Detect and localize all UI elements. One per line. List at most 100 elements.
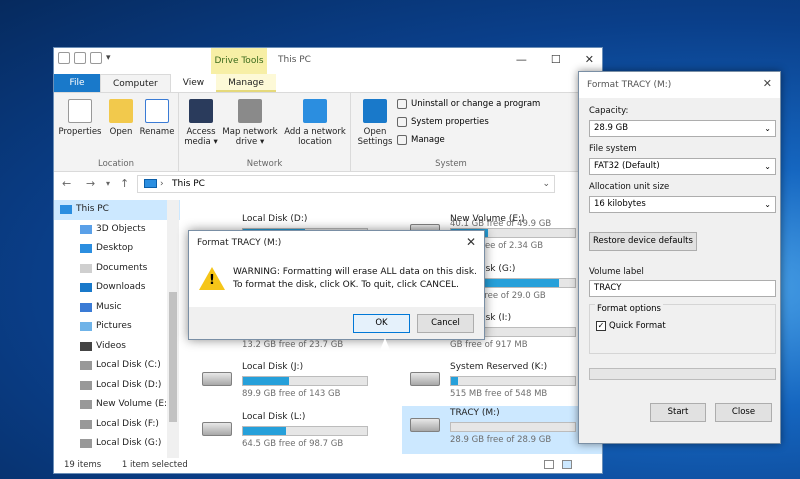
- file-system-select[interactable]: FAT32 (Default) ⌄: [589, 158, 776, 175]
- scroll-thumb[interactable]: [169, 292, 177, 422]
- open-button[interactable]: Open: [104, 99, 138, 137]
- nav-item[interactable]: Videos: [54, 337, 180, 357]
- properties-button[interactable]: Properties: [58, 99, 102, 137]
- close-icon[interactable]: ✕: [466, 235, 476, 249]
- open-settings-button[interactable]: Open Settings: [355, 99, 395, 147]
- videos-icon: [80, 341, 92, 351]
- nav-item[interactable]: Downloads: [54, 278, 180, 298]
- drive-free: 89.9 GB free of 143 GB: [242, 389, 341, 399]
- volume-label-input[interactable]: TRACY: [589, 280, 776, 297]
- maximize-icon[interactable]: ☐: [551, 53, 561, 66]
- capacity-select[interactable]: 28.9 GB ⌄: [589, 120, 776, 137]
- drive-free: 64.5 GB free of 98.7 GB: [242, 439, 344, 449]
- hard-drive-icon: [202, 422, 232, 436]
- capacity-label: Capacity:: [589, 106, 629, 116]
- tab-view[interactable]: View: [171, 74, 216, 92]
- properties-icon: [68, 99, 92, 123]
- minimize-icon[interactable]: —: [516, 53, 527, 66]
- nav-label: Desktop: [96, 243, 134, 253]
- forward-arrow-icon[interactable]: →: [86, 177, 95, 190]
- uninstall-program-button[interactable]: Uninstall or change a program: [397, 99, 540, 109]
- status-bar: 19 items 1 item selected: [54, 457, 602, 473]
- close-button[interactable]: Close: [715, 403, 772, 422]
- hard-drive-icon: [410, 372, 440, 386]
- nav-item[interactable]: Documents: [54, 259, 180, 279]
- map-network-drive-button[interactable]: Map network drive ▾: [221, 99, 279, 147]
- nav-label: Music: [96, 301, 122, 312]
- ribbon: Properties Open Rename Location Access m…: [54, 92, 602, 172]
- allocation-label: Allocation unit size: [589, 182, 670, 192]
- close-icon[interactable]: ✕: [763, 77, 772, 90]
- nav-label: Local Disk (D:): [96, 379, 162, 390]
- nav-item[interactable]: 3D Objects: [54, 220, 180, 240]
- chevron-down-icon: ⌄: [764, 124, 771, 133]
- tab-manage[interactable]: Manage: [216, 74, 276, 92]
- format-progress-bar: [589, 368, 776, 380]
- nav-item[interactable]: This PC: [54, 200, 180, 220]
- tab-file[interactable]: File: [54, 74, 100, 92]
- cancel-button[interactable]: Cancel: [417, 314, 474, 333]
- item-count: 19 items: [64, 460, 102, 470]
- 3d-objects-icon: [80, 224, 92, 234]
- close-icon[interactable]: ✕: [585, 53, 594, 66]
- drive-usage-bar: [242, 426, 368, 436]
- large-icons-view-icon[interactable]: [562, 460, 572, 469]
- nav-scrollbar[interactable]: [167, 200, 179, 458]
- add-network-location-button[interactable]: Add a network location: [281, 99, 349, 147]
- settings-gear-icon: [363, 99, 387, 123]
- manage-button[interactable]: Manage: [397, 135, 445, 145]
- chevron-down-icon: ⌄: [764, 162, 771, 171]
- drive-item[interactable]: System Reserved (K:) 515 MB free of 548 M…: [402, 360, 592, 404]
- disk-icon: [80, 419, 92, 429]
- back-arrow-icon[interactable]: ←: [62, 177, 71, 190]
- nav-label: New Volume (E:): [96, 399, 171, 409]
- group-label-location: Location: [98, 159, 134, 169]
- restore-defaults-button[interactable]: Restore device defaults: [589, 232, 697, 251]
- folder-open-icon: [109, 99, 133, 123]
- pc-icon: [60, 205, 72, 214]
- warning-icon: !: [199, 267, 225, 290]
- nav-item[interactable]: Desktop: [54, 239, 180, 259]
- nav-item[interactable]: Music: [54, 298, 180, 318]
- recent-dropdown-icon[interactable]: ▾: [106, 179, 110, 188]
- open-label: Open: [109, 127, 133, 137]
- network-drive-icon: [238, 99, 262, 123]
- quick-format-label: Quick Format: [609, 321, 666, 331]
- nav-item[interactable]: Local Disk (D:): [54, 376, 180, 396]
- pc-icon: [144, 179, 157, 188]
- allocation-select[interactable]: 16 kilobytes ⌄: [589, 196, 776, 213]
- nav-item[interactable]: Local Disk (F:): [54, 415, 180, 435]
- up-arrow-icon[interactable]: ↑: [120, 177, 129, 190]
- network-location-icon: [303, 99, 327, 123]
- start-button[interactable]: Start: [650, 403, 706, 422]
- chevron-down-icon: ⌄: [764, 200, 771, 209]
- system-properties-button[interactable]: System properties: [397, 117, 489, 127]
- uninstall-label: Uninstall or change a program: [411, 99, 541, 109]
- map-network-label: Map network drive ▾: [222, 127, 278, 147]
- rename-button[interactable]: Rename: [138, 99, 176, 137]
- access-media-button[interactable]: Access media ▾: [183, 99, 219, 147]
- drive-name: TRACY (M:): [450, 408, 500, 418]
- nav-item[interactable]: Local Disk (G:): [54, 434, 180, 454]
- drive-item[interactable]: Local Disk (L:) 64.5 GB free of 98.7 GB: [194, 410, 384, 454]
- tab-computer[interactable]: Computer: [100, 74, 171, 92]
- nav-item[interactable]: New Volume (E:): [54, 395, 180, 415]
- drive-item[interactable]: Local Disk (J:) 89.9 GB free of 143 GB: [194, 360, 384, 404]
- nav-item[interactable]: Pictures: [54, 317, 180, 337]
- properties-icon[interactable]: [74, 52, 86, 64]
- selection-count: 1 item selected: [121, 460, 188, 470]
- details-view-icon[interactable]: [544, 460, 554, 469]
- group-label-system: System: [435, 159, 467, 169]
- drive-item-selected[interactable]: TRACY (M:) 28.9 GB free of 28.9 GB: [402, 406, 602, 454]
- pc-icon: [58, 52, 70, 64]
- qat-dropdown-icon[interactable]: ▾: [106, 53, 111, 63]
- ok-button[interactable]: OK: [353, 314, 410, 333]
- nav-item[interactable]: Local Disk (C:): [54, 356, 180, 376]
- quick-format-checkbox[interactable]: ✓ Quick Format: [596, 321, 666, 331]
- hard-drive-icon: [202, 372, 232, 386]
- format-options-group: Format options ✓ Quick Format: [589, 304, 776, 354]
- properties-label: Properties: [58, 127, 102, 137]
- folder-icon[interactable]: [90, 52, 102, 64]
- warning-dialog: Format TRACY (M:) ✕ ! WARNING: Formattin…: [188, 230, 485, 340]
- warning-line-2: To format the disk, click OK. To quit, c…: [233, 280, 459, 290]
